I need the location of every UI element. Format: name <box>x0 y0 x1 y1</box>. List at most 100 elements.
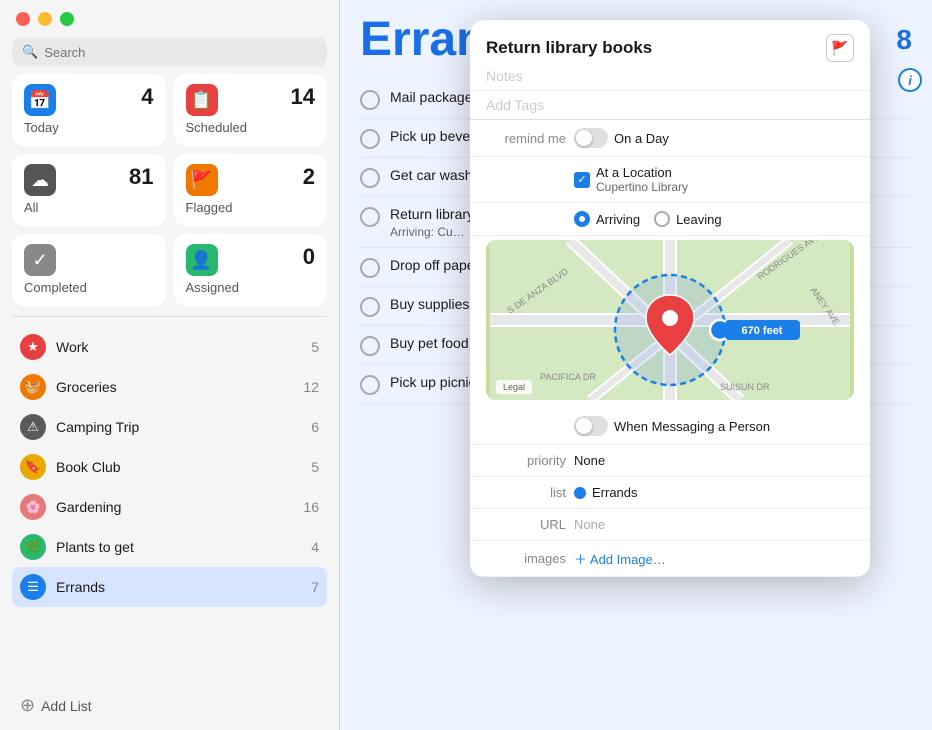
task-checkbox[interactable] <box>360 375 380 395</box>
url-value: None <box>574 517 605 532</box>
images-label: images <box>486 551 566 566</box>
info-button[interactable]: i <box>898 68 922 92</box>
task-checkbox[interactable] <box>360 297 380 317</box>
list-row: list Errands <box>470 477 870 509</box>
search-input[interactable] <box>44 45 317 60</box>
location-name: Cupertino Library <box>596 180 688 194</box>
camping-icon: ⚠ <box>20 414 46 440</box>
smart-list-scheduled[interactable]: 📋 14 Scheduled <box>174 74 328 146</box>
location-value: ✓ At a Location Cupertino Library <box>574 165 688 194</box>
sidebar-item-camping[interactable]: ⚠ Camping Trip 6 <box>12 407 327 447</box>
completed-label: Completed <box>24 280 87 295</box>
sidebar-item-work[interactable]: ★ Work 5 <box>12 327 327 367</box>
url-label: URL <box>486 517 566 532</box>
assigned-count: 0 <box>303 244 315 270</box>
list-label: list <box>486 485 566 500</box>
notes-field[interactable]: Notes <box>470 62 870 91</box>
gardening-icon: 🌸 <box>20 494 46 520</box>
on-a-day-toggle[interactable] <box>574 128 608 148</box>
task-checkbox[interactable] <box>360 207 380 227</box>
at-location-label: At a Location <box>596 165 688 180</box>
today-count: 4 <box>141 84 153 110</box>
messaging-value: When Messaging a Person <box>574 416 770 436</box>
detail-title: Return library books <box>486 38 652 58</box>
flagged-label: Flagged <box>186 200 233 215</box>
priority-label: priority <box>486 453 566 468</box>
svg-text:670 feet: 670 feet <box>742 325 783 337</box>
smart-list-assigned[interactable]: 👤 0 Assigned <box>174 234 328 306</box>
task-checkbox[interactable] <box>360 90 380 110</box>
leaving-radio[interactable] <box>654 211 670 227</box>
remind-me-row: remind me On a Day <box>470 120 870 157</box>
list-name-value: Errands <box>592 485 638 500</box>
svg-text:PACIFICA DR: PACIFICA DR <box>540 372 596 382</box>
groceries-label: Groceries <box>56 379 293 395</box>
flagged-icon: 🚩 <box>186 164 218 196</box>
tags-field[interactable]: Add Tags <box>470 91 870 120</box>
add-image-button[interactable]: ＋ Add Image… <box>574 549 666 568</box>
task-checkbox[interactable] <box>360 336 380 356</box>
work-icon: ★ <box>20 334 46 360</box>
task-text: Buy pet food <box>390 334 469 354</box>
smart-lists: 📅 4 Today 📋 14 Scheduled ☁ 81 All 🚩 2 Fl… <box>12 74 327 306</box>
errands-icon: ☰ <box>20 574 46 600</box>
smart-list-completed[interactable]: ✓ Completed <box>12 234 166 306</box>
messaging-label: When Messaging a Person <box>614 419 770 434</box>
gardening-label: Gardening <box>56 499 293 515</box>
messaging-toggle[interactable] <box>574 416 608 436</box>
camping-label: Camping Trip <box>56 419 301 435</box>
plants-label: Plants to get <box>56 539 301 555</box>
smart-list-all[interactable]: ☁ 81 All <box>12 154 166 226</box>
map-container[interactable]: 670 feet S DE ANZA BLVD RODRIGUES AVE AN… <box>486 240 854 400</box>
svg-text:SUISUN DR: SUISUN DR <box>720 382 770 392</box>
smart-list-flagged[interactable]: 🚩 2 Flagged <box>174 154 328 226</box>
today-label: Today <box>24 120 59 135</box>
flagged-count: 2 <box>303 164 315 190</box>
traffic-lights <box>12 12 327 26</box>
sidebar-item-plants[interactable]: 🌿 Plants to get 4 <box>12 527 327 567</box>
completed-icon: ✓ <box>24 244 56 276</box>
flag-button[interactable]: 🚩 <box>826 34 854 62</box>
errands-label: Errands <box>56 579 301 595</box>
all-count: 81 <box>129 164 153 190</box>
task-checkbox[interactable] <box>360 168 380 188</box>
map-svg: 670 feet S DE ANZA BLVD RODRIGUES AVE AN… <box>486 240 854 400</box>
main-content: Errands 8 Mail packages Pick up bever… G… <box>340 0 932 730</box>
sidebar-item-bookclub[interactable]: 🔖 Book Club 5 <box>12 447 327 487</box>
remind-me-value: On a Day <box>574 128 669 148</box>
sidebar-item-groceries[interactable]: 🧺 Groceries 12 <box>12 367 327 407</box>
task-checkbox[interactable] <box>360 258 380 278</box>
toggle-knob <box>576 130 592 146</box>
remind-me-label: remind me <box>486 131 566 146</box>
tags-placeholder: Add Tags <box>486 97 544 113</box>
bookclub-count: 5 <box>311 459 319 475</box>
arriving-leaving-value: Arriving Leaving <box>574 211 722 227</box>
task-text: Mail packages <box>390 88 480 108</box>
close-button[interactable] <box>16 12 30 26</box>
assigned-icon: 👤 <box>186 244 218 276</box>
task-checkbox[interactable] <box>360 129 380 149</box>
sidebar-item-errands[interactable]: ☰ Errands 7 <box>12 567 327 607</box>
minimize-button[interactable] <box>38 12 52 26</box>
bookclub-icon: 🔖 <box>20 454 46 480</box>
maximize-button[interactable] <box>60 12 74 26</box>
smart-list-today[interactable]: 📅 4 Today <box>12 74 166 146</box>
camping-count: 6 <box>311 419 319 435</box>
on-a-day-label: On a Day <box>614 131 669 146</box>
list-value: Errands <box>574 485 638 500</box>
search-icon: 🔍 <box>22 44 38 60</box>
assigned-label: Assigned <box>186 280 239 295</box>
detail-panel: Return library books 🚩 Notes Add Tags re… <box>470 20 870 577</box>
priority-row: priority None <box>470 445 870 477</box>
svg-text:Legal: Legal <box>503 382 525 392</box>
add-list-button[interactable]: ⊕ Add List <box>12 689 327 722</box>
sidebar-item-gardening[interactable]: 🌸 Gardening 16 <box>12 487 327 527</box>
today-icon: 📅 <box>24 84 56 116</box>
location-checkbox[interactable]: ✓ <box>574 172 590 188</box>
scheduled-label: Scheduled <box>186 120 247 135</box>
leaving-label: Leaving <box>676 212 722 227</box>
search-bar[interactable]: 🔍 <box>12 38 327 66</box>
arriving-radio[interactable] <box>574 211 590 227</box>
plants-count: 4 <box>311 539 319 555</box>
separator <box>12 316 327 317</box>
